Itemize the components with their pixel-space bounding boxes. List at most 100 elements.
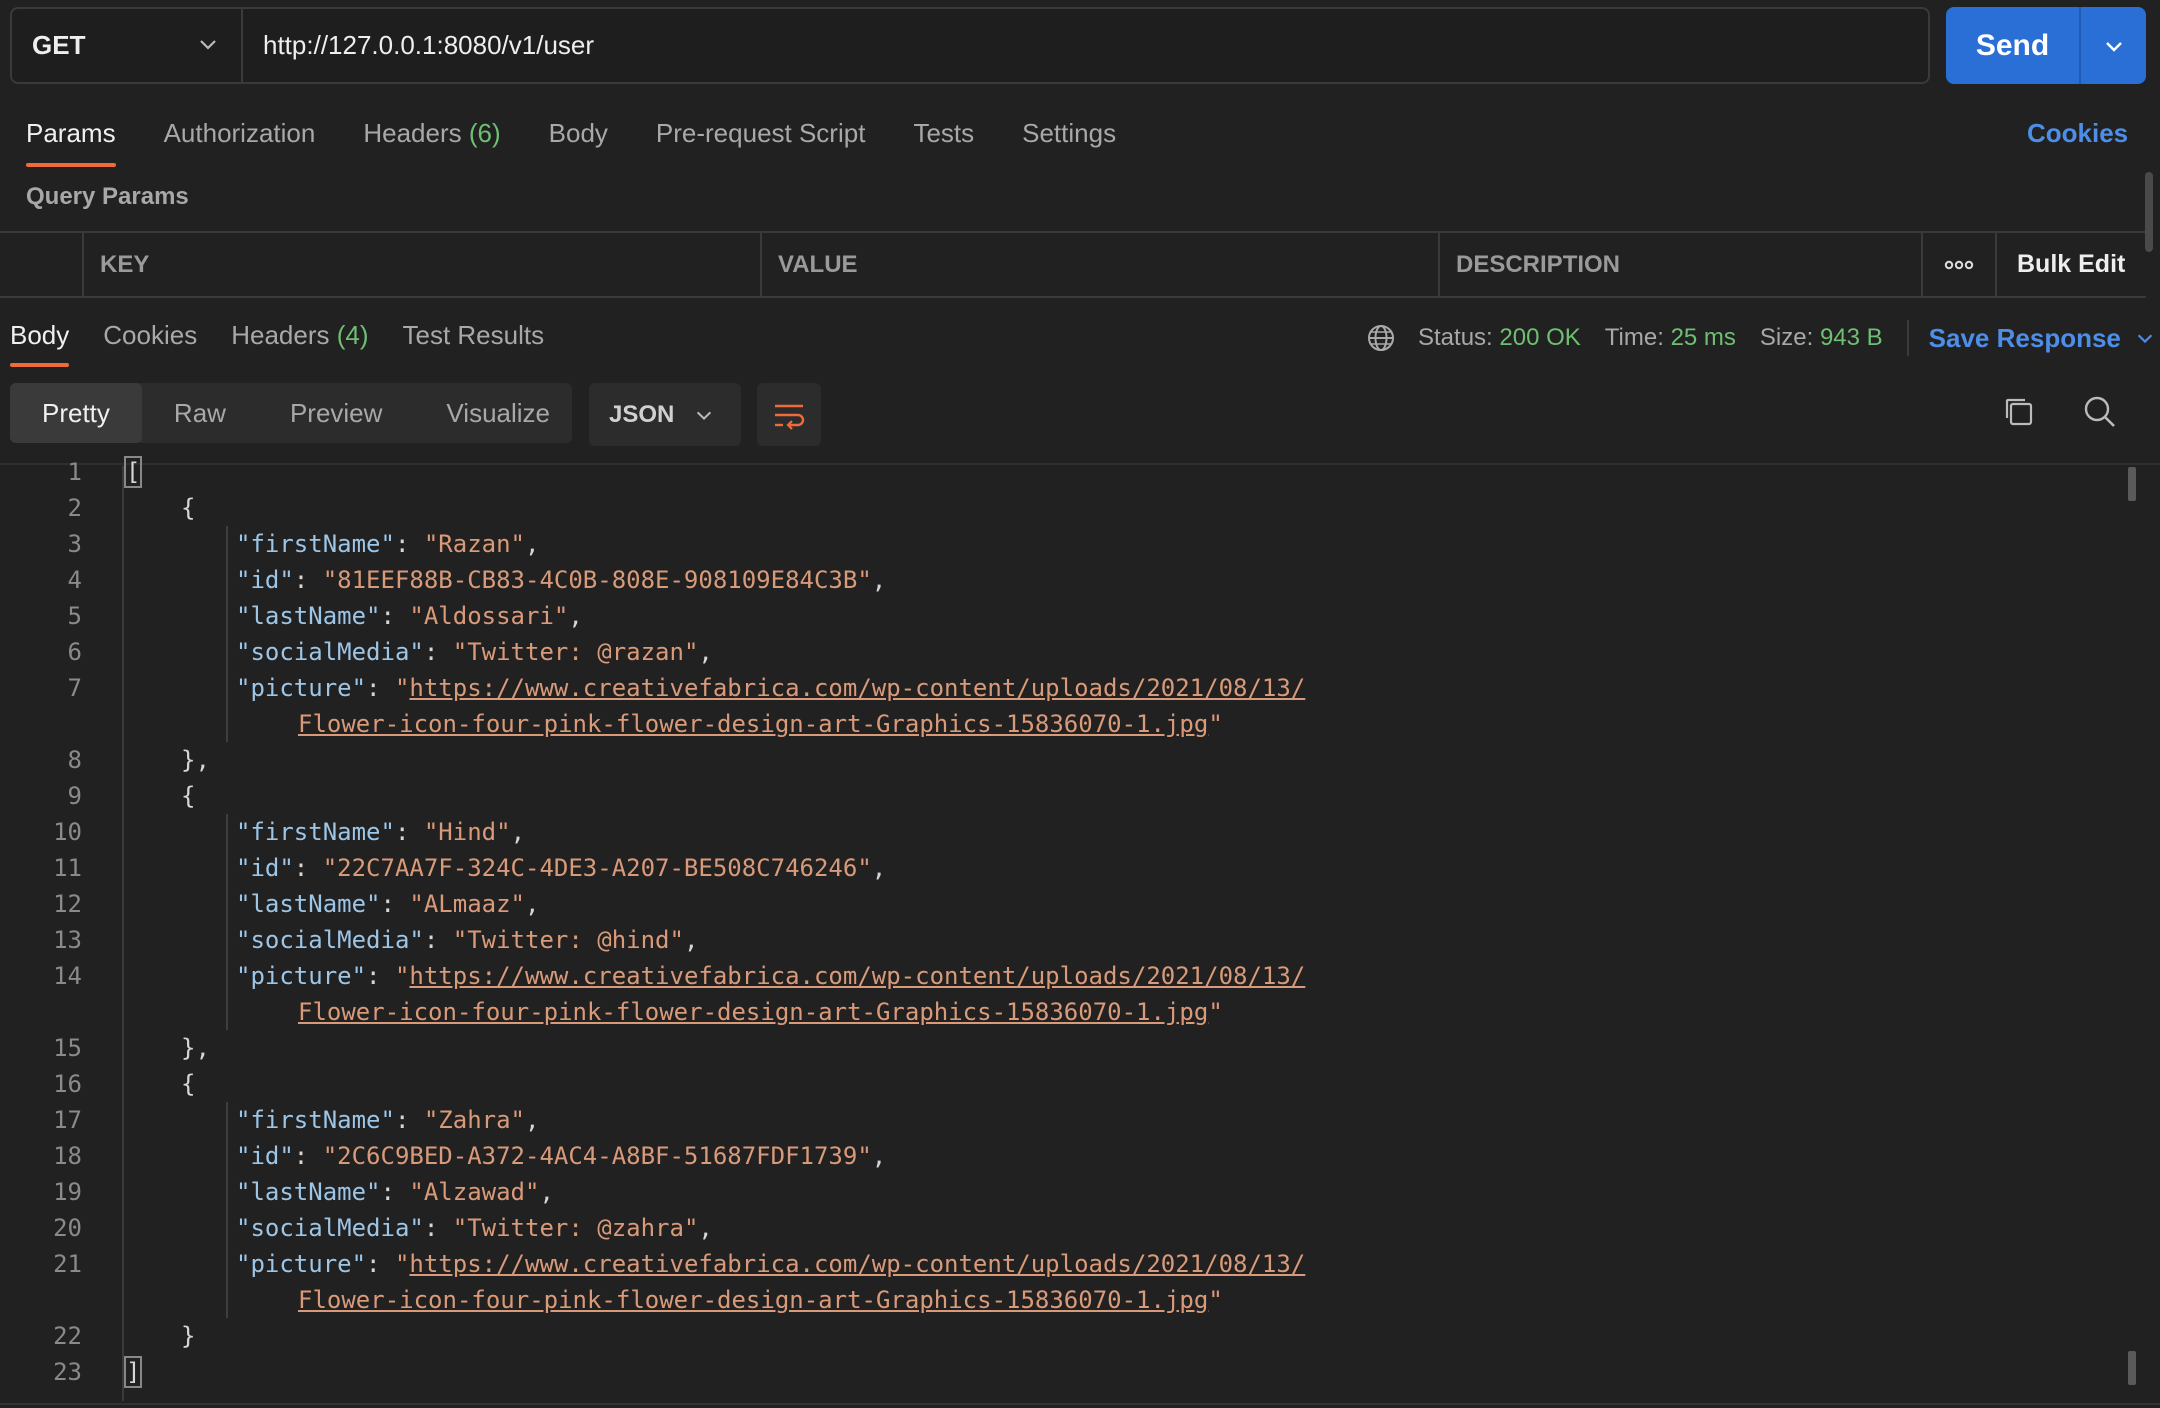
json-punctuation: }, <box>181 746 210 774</box>
json-punctuation: : <box>394 818 424 846</box>
line-number: 2 <box>67 494 82 522</box>
tab-test-results[interactable]: Test Results <box>403 320 545 351</box>
tab-response-headers[interactable]: Headers (4) <box>231 320 368 351</box>
json-url-link[interactable]: Flower-icon-four-pink-flower-design-art-… <box>298 1286 1208 1314</box>
code-text: }, <box>181 1030 210 1066</box>
tab-response-cookies[interactable]: Cookies <box>103 320 197 351</box>
save-response-button[interactable]: Save Response <box>1929 323 2155 354</box>
headers-count: (4) <box>336 320 369 350</box>
json-key: "id" <box>236 566 294 594</box>
indent-guide <box>226 1102 228 1318</box>
tab-label: Headers <box>231 320 330 350</box>
tab-label: Pre-request Script <box>655 118 866 148</box>
line-number: 3 <box>67 530 82 558</box>
line-number: 21 <box>53 1250 82 1278</box>
tab-tests[interactable]: Tests <box>913 118 974 149</box>
code-text: "firstName": "Zahra", <box>236 1102 539 1138</box>
column-description: DESCRIPTION <box>1440 233 1923 296</box>
json-url-link[interactable]: Flower-icon-four-pink-flower-design-art-… <box>298 998 1208 1026</box>
json-url-link[interactable]: Flower-icon-four-pink-flower-design-art-… <box>298 710 1208 738</box>
tab-body[interactable]: Body <box>549 118 608 149</box>
json-string: "Razan" <box>423 530 526 558</box>
tab-headers[interactable]: Headers (6) <box>363 118 500 149</box>
code-line: 19 "lastName": "Alzawad", <box>0 1174 2100 1210</box>
format-select[interactable]: JSON <box>589 383 741 446</box>
tab-authorization[interactable]: Authorization <box>164 118 316 149</box>
editor-scrollbar-top[interactable] <box>2128 467 2136 501</box>
json-punctuation: , <box>871 854 887 882</box>
globe-icon[interactable] <box>1366 323 1396 353</box>
json-string: "Twitter: @hind" <box>452 926 684 954</box>
line-number: 13 <box>53 926 82 954</box>
json-key: "lastName" <box>236 602 381 630</box>
request-url-bar: GET http://127.0.0.1:8080/v1/user <box>10 7 1930 84</box>
send-button[interactable]: Send <box>1946 7 2081 84</box>
bulk-edit-label: Bulk Edit <box>2017 250 2126 278</box>
save-response-label: Save Response <box>1928 322 2121 353</box>
tab-params[interactable]: Params <box>26 118 116 167</box>
json-string: "2C6C9BED-A372-4AC4-A8BF-51687FDF1739" <box>322 1142 872 1170</box>
bulk-edit-button[interactable]: Bulk Edit <box>1997 233 2146 296</box>
tab-settings[interactable]: Settings <box>1022 118 1116 149</box>
editor-scrollbar-bottom[interactable] <box>2128 1351 2136 1385</box>
copy-button[interactable] <box>2002 395 2036 434</box>
json-punctuation: : <box>394 1106 424 1134</box>
json-punctuation: : <box>293 1142 323 1170</box>
json-url-link[interactable]: https://www.creativefabrica.com/wp-conte… <box>409 674 1305 702</box>
time-value: 25 ms <box>1670 324 1736 351</box>
code-line: 8}, <box>0 742 2100 778</box>
json-url-link[interactable]: https://www.creativefabrica.com/wp-conte… <box>409 1250 1305 1278</box>
code-line: 14 "picture": "https://www.creativefabric… <box>0 958 2100 994</box>
line-number: 19 <box>53 1178 82 1206</box>
code-line: 1[ <box>0 454 2100 490</box>
json-punctuation: : <box>293 854 323 882</box>
json-punctuation: , <box>525 890 540 918</box>
chevron-down-icon <box>2105 41 2122 52</box>
cookies-link[interactable]: Cookies <box>2027 118 2128 149</box>
code-text: "socialMedia": "Twitter: @razan", <box>236 634 713 670</box>
search-button[interactable] <box>2083 395 2117 434</box>
json-quote: " <box>1208 998 1223 1026</box>
line-number: 7 <box>67 674 82 702</box>
tab-response-body[interactable]: Body <box>10 320 70 367</box>
tab-label: Headers <box>363 118 462 148</box>
json-punctuation: [ <box>126 458 141 486</box>
column-header: KEY <box>100 250 150 278</box>
code-text: Flower-icon-four-pink-flower-design-art-… <box>298 994 1223 1030</box>
code-text: { <box>181 1066 195 1102</box>
json-punctuation: { <box>181 494 196 522</box>
code-line: 15}, <box>0 1030 2100 1066</box>
request-scrollbar[interactable] <box>2145 172 2153 252</box>
json-punctuation: : <box>423 638 453 666</box>
json-punctuation: , <box>871 1142 887 1170</box>
column-options-button[interactable] <box>1923 233 1997 296</box>
json-url-link[interactable]: https://www.creativefabrica.com/wp-conte… <box>409 962 1305 990</box>
code-line: 20 "socialMedia": "Twitter: @zahra", <box>0 1210 2100 1246</box>
view-raw[interactable]: Raw <box>142 383 258 443</box>
json-punctuation: : <box>380 890 410 918</box>
wrap-lines-button[interactable] <box>757 383 821 446</box>
method-select[interactable]: GET <box>12 9 243 82</box>
code-text: "socialMedia": "Twitter: @zahra", <box>236 1210 713 1246</box>
view-pretty[interactable]: Pretty <box>10 383 142 443</box>
tab-pre-request-script[interactable]: Pre-request Script <box>656 118 866 149</box>
tab-label: Test Results <box>402 320 545 350</box>
column-key: KEY <box>84 233 762 296</box>
json-punctuation: : <box>380 1178 410 1206</box>
divider <box>1906 320 1909 356</box>
status-label: Status: <box>1418 324 1493 351</box>
url-input[interactable]: http://127.0.0.1:8080/v1/user <box>243 9 1928 82</box>
view-visualize[interactable]: Visualize <box>414 383 582 443</box>
column-value: VALUE <box>762 233 1440 296</box>
json-punctuation: , <box>871 566 887 594</box>
copy-icon <box>2005 398 2033 426</box>
view-preview[interactable]: Preview <box>258 383 414 443</box>
view-label: Pretty <box>42 397 110 428</box>
json-punctuation: : <box>380 602 410 630</box>
view-label: Visualize <box>446 397 551 428</box>
code-text: ] <box>123 1356 143 1388</box>
send-options-button[interactable] <box>2081 7 2146 84</box>
json-punctuation: { <box>181 1070 196 1098</box>
tab-label: Cookies <box>103 320 198 350</box>
json-string: "Zahra" <box>423 1106 526 1134</box>
